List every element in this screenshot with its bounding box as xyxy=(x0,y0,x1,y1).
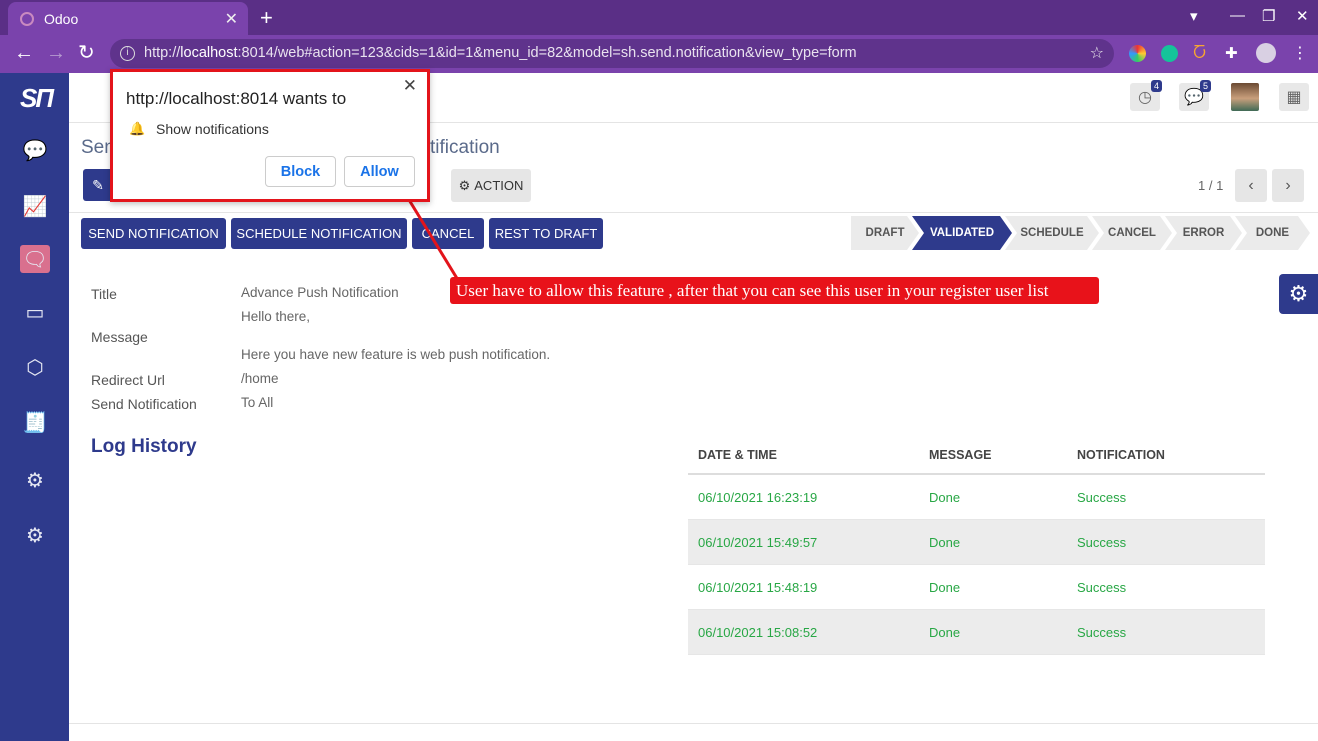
annotation-callout: User have to allow this feature , after … xyxy=(450,277,1099,304)
block-button[interactable]: Block xyxy=(265,156,336,187)
close-icon[interactable]: ✕ xyxy=(403,76,417,96)
notification-permission-popup: http://localhost:8014 wants to ✕ 🔔 Show … xyxy=(110,69,430,202)
popup-title: http://localhost:8014 wants to xyxy=(126,89,347,108)
popup-message: Show notifications xyxy=(156,121,269,137)
allow-button[interactable]: Allow xyxy=(344,156,415,187)
bell-icon: 🔔 xyxy=(129,121,146,136)
